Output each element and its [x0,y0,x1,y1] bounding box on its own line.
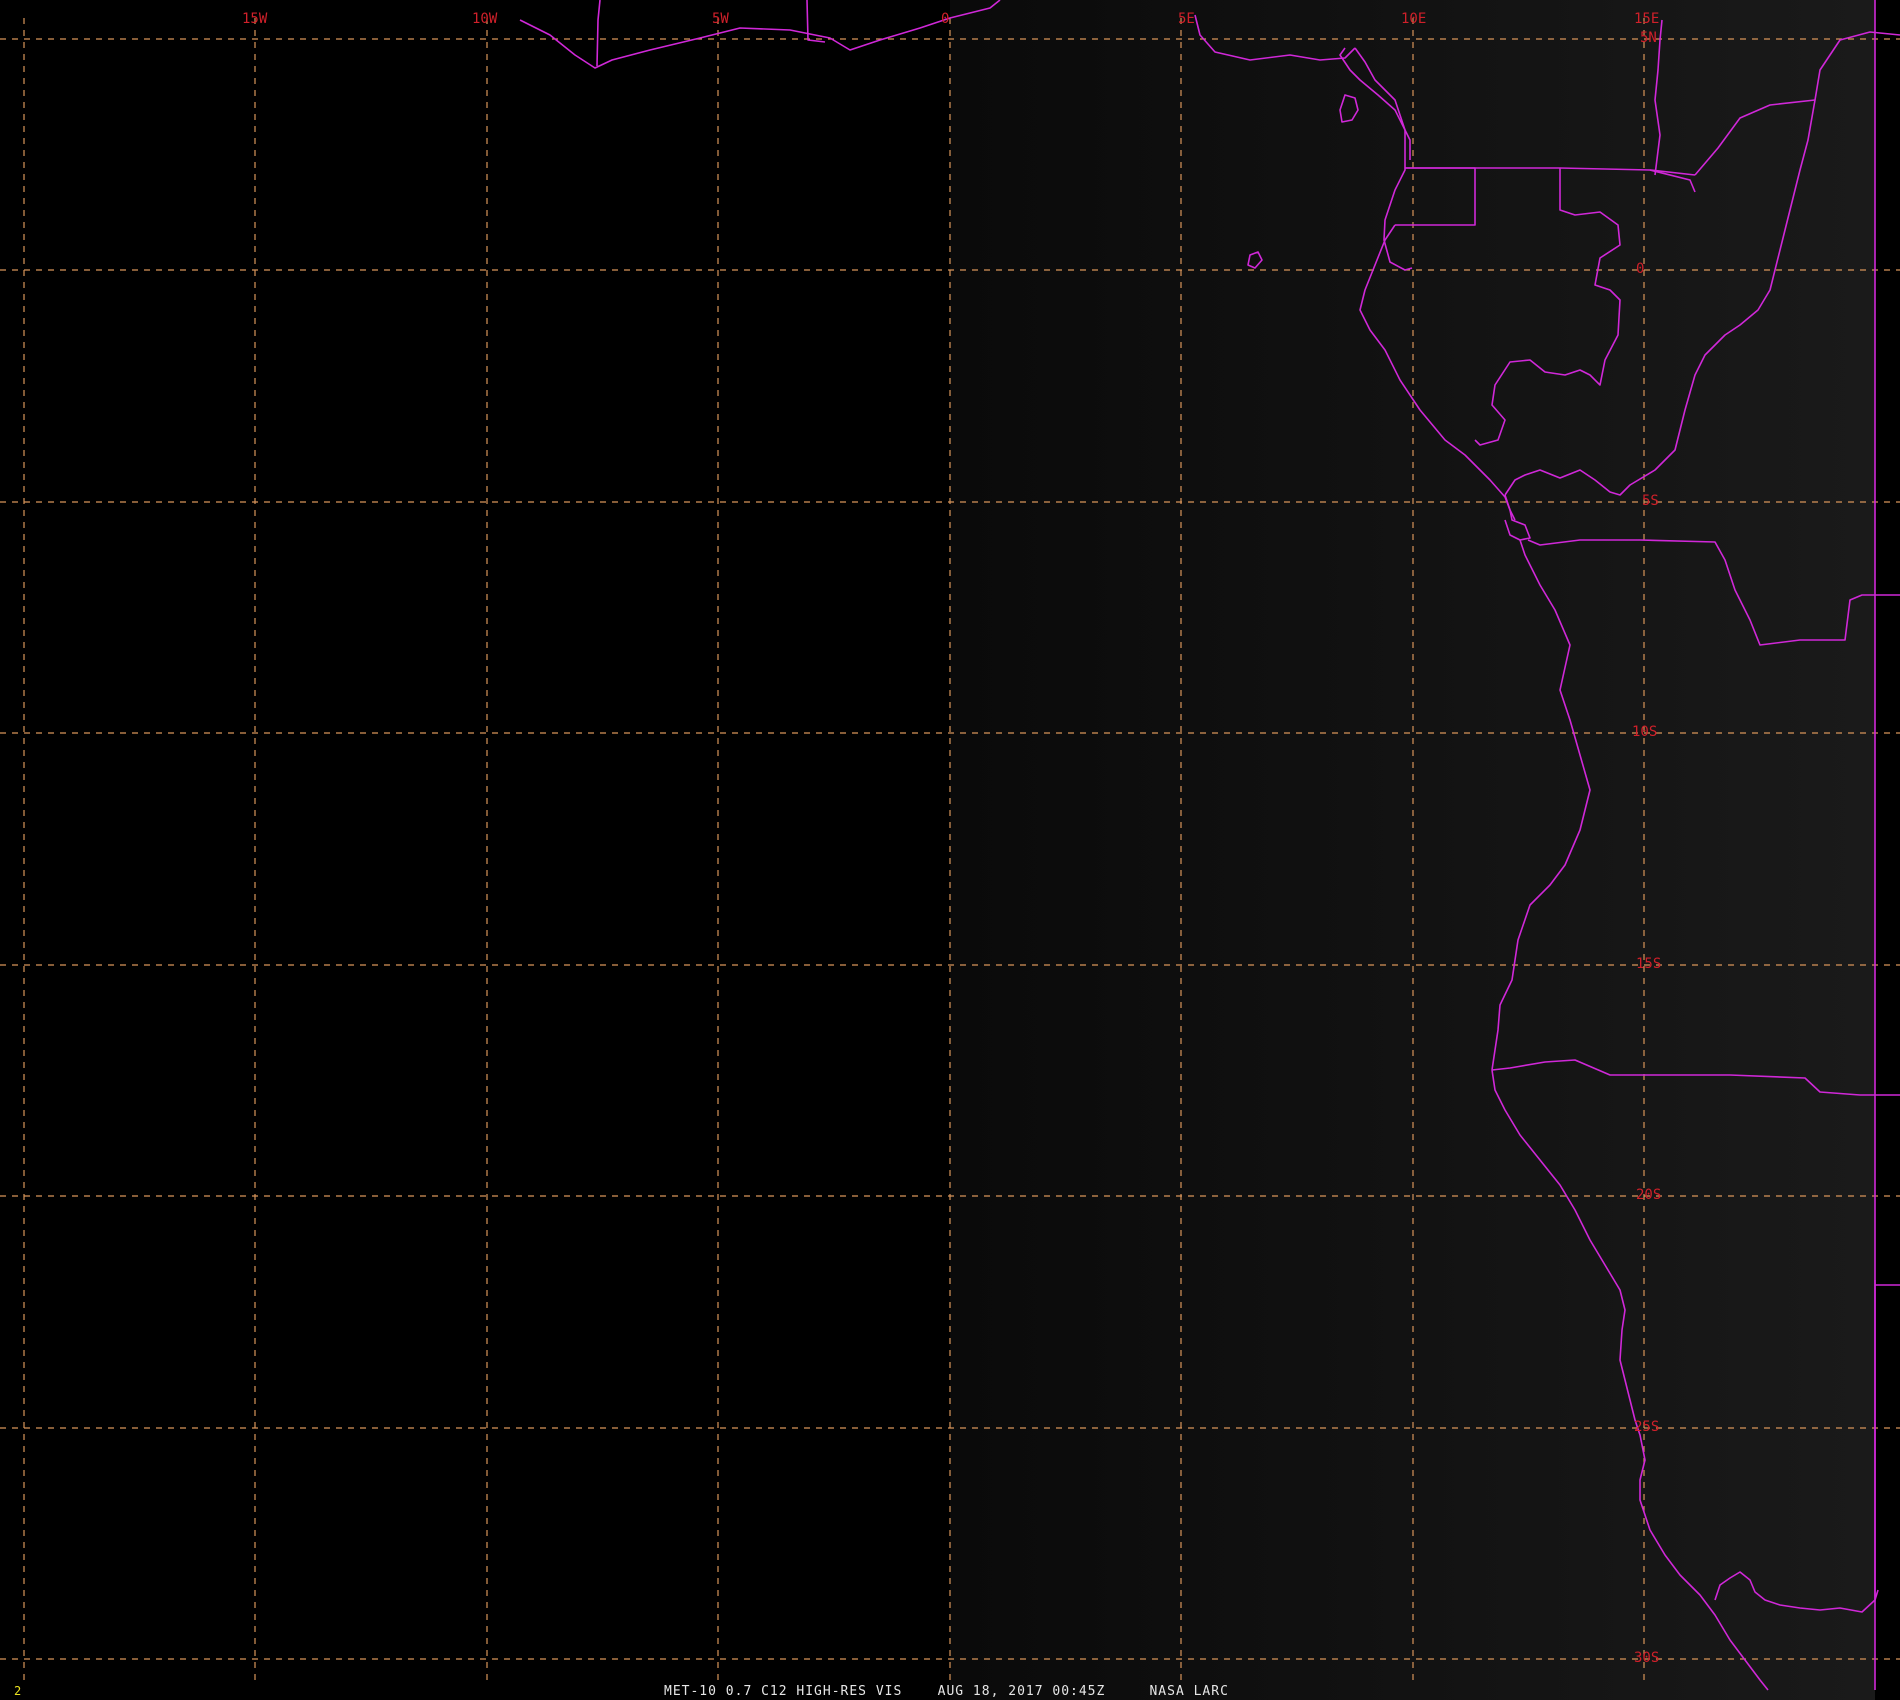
lat-label-25s: 25S [1634,1419,1659,1435]
satellite-map: 15W 10W 5W 0 5E 10E 15E 5N 0 5S 10S 15S … [0,0,1900,1700]
lat-label-10s: 10S [1632,724,1657,740]
lon-label-5e: 5E [1178,11,1195,27]
image-caption: MET-10 0.7 C12 HIGH-RES VIS AUG 18, 2017… [664,1684,1229,1699]
lon-label-0: 0 [941,11,949,27]
frame-number: 2 [14,1684,21,1698]
lat-label-0: 0 [1636,261,1644,277]
lon-label-10e: 10E [1401,11,1426,27]
lon-label-10w: 10W [472,11,498,27]
lat-label-30s: 30S [1634,1650,1659,1666]
lat-label-5n: 5N [1640,30,1657,46]
lon-label-5w: 5W [712,11,729,27]
lon-label-15e: 15E [1634,11,1659,27]
night-side-background [0,0,950,1700]
lon-label-15w: 15W [242,11,268,27]
lat-label-5s: 5S [1642,493,1659,509]
lat-label-20s: 20S [1636,1187,1661,1203]
lat-label-15s: 15S [1636,956,1661,972]
